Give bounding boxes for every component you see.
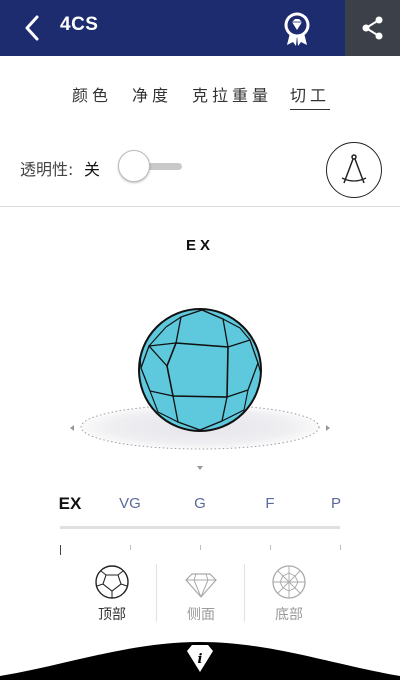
tab-clarity[interactable]: 净度 — [132, 82, 172, 106]
grade-slider-track[interactable] — [60, 526, 340, 529]
scale-grade-ex[interactable]: EX — [59, 494, 82, 514]
scale-tick-f — [270, 545, 271, 550]
svg-text:i: i — [198, 652, 203, 667]
toggle-knob[interactable] — [118, 150, 150, 182]
scale-grade-g[interactable]: G — [194, 495, 206, 512]
tab-cut[interactable]: 切工 — [290, 82, 331, 110]
view-side-button[interactable]: 侧面 — [157, 560, 245, 626]
scale-tick-ex — [60, 545, 61, 555]
transparency-label: 透明性: — [20, 160, 74, 179]
diamond-bottom-icon — [272, 565, 306, 599]
diamond-stage — [70, 308, 330, 470]
info-icon[interactable]: i — [183, 644, 217, 674]
measure-button[interactable] — [326, 142, 382, 198]
compass-divider-icon — [341, 154, 367, 184]
diamond-top-view — [138, 308, 262, 432]
share-icon — [362, 16, 382, 40]
certificate-badge-icon — [284, 12, 310, 46]
scale-tick-g — [200, 545, 201, 550]
transparency-value: 关 — [84, 160, 101, 179]
back-arrow-icon — [25, 15, 39, 41]
scale-tick-p — [340, 545, 341, 550]
rotate-down-arrow[interactable] — [197, 466, 203, 470]
view-bottom-button[interactable]: 底部 — [245, 560, 333, 626]
current-grade-label: EX — [185, 237, 214, 254]
rotate-right-arrow[interactable] — [326, 425, 330, 431]
certificate-button[interactable] — [281, 11, 313, 47]
section-divider — [0, 206, 400, 207]
view-top-label: 顶部 — [98, 607, 126, 623]
scale-grade-f[interactable]: F — [265, 495, 274, 512]
page-title: 4CS — [60, 14, 99, 35]
diamond-top-icon — [95, 565, 129, 599]
scale-tick-vg — [130, 545, 131, 550]
view-bottom-label: 底部 — [275, 607, 303, 623]
view-side-label: 侧面 — [187, 607, 215, 623]
scale-grade-p[interactable]: P — [331, 495, 341, 512]
view-top-button[interactable]: 顶部 — [68, 560, 156, 626]
share-button[interactable] — [345, 0, 400, 56]
back-button[interactable] — [18, 12, 46, 44]
tab-color[interactable]: 颜色 — [72, 82, 112, 106]
transparency-toggle[interactable] — [116, 150, 182, 184]
app-header: 4CS — [0, 0, 400, 56]
rotate-left-arrow[interactable] — [70, 425, 74, 431]
category-tabs: 颜色 净度 克拉重量 切工 — [0, 82, 400, 110]
diamond-side-icon — [185, 573, 217, 598]
tab-carat-weight[interactable]: 克拉重量 — [192, 82, 272, 106]
scale-grade-vg[interactable]: VG — [119, 495, 141, 512]
